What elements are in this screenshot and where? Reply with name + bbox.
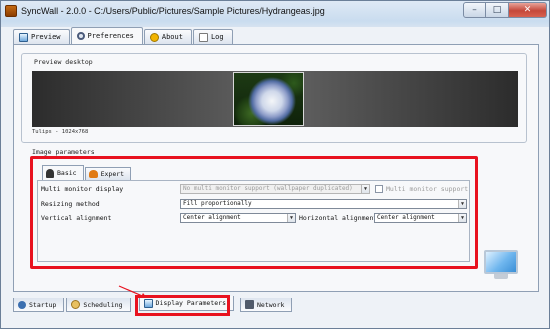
tab-preferences[interactable]: Preferences: [70, 27, 143, 44]
tab-label: Scheduling: [83, 300, 123, 309]
highlight-box: [135, 295, 230, 316]
tab-label: Preferences: [87, 32, 134, 40]
tab-scheduling[interactable]: Scheduling: [66, 298, 131, 312]
clock-icon: [71, 300, 81, 309]
tab-label: Network: [257, 300, 285, 309]
tool-icon: [18, 300, 26, 309]
tab-basic[interactable]: Basic: [42, 165, 84, 180]
tab-network[interactable]: Network: [240, 298, 293, 312]
tab-startup[interactable]: Startup: [13, 298, 65, 312]
person-icon: [46, 168, 54, 178]
network-icon: [245, 300, 254, 309]
tab-label: Startup: [29, 300, 57, 309]
tab-label: Basic: [57, 169, 77, 177]
gear-icon: [76, 32, 85, 40]
app-window: SyncWall - 2.0.0 - C:/Users/Public/Pictu…: [0, 0, 550, 329]
